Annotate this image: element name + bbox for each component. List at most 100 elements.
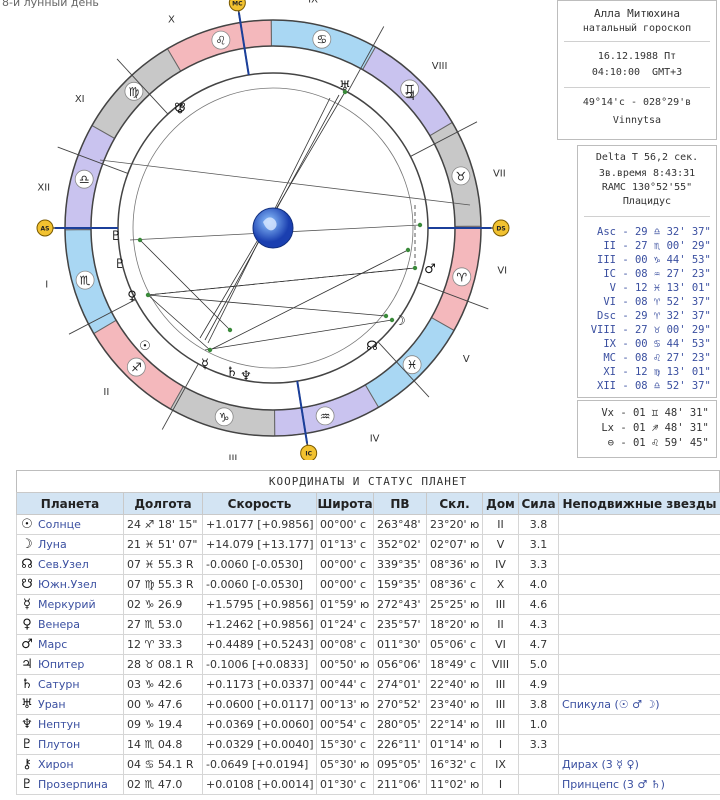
house-number-label: VII: [493, 169, 506, 180]
fixed-star-cell[interactable]: Спикула (☉ ♂ ☽): [558, 694, 720, 715]
latitude-cell: 00°50' ю: [316, 654, 374, 675]
angle-badge-label: IC: [305, 451, 312, 458]
chart-type: натальный гороскоп: [582, 23, 692, 34]
planet-name-cell: ☽ Луна: [16, 534, 124, 555]
power-cell: 3.8: [518, 514, 559, 535]
house-cusp-value: - 08 ♎ 52' 37": [616, 380, 711, 392]
house-cell: VIII: [482, 654, 519, 675]
house-cusp-value: - 00 ♑ 44' 53": [616, 254, 711, 266]
table-row: ♅ Уран 00 ♑ 47.6 +0.0600 [+0.0117] 00°13' ю2…: [16, 694, 720, 715]
planet-position-dot: [412, 265, 418, 271]
house-cusp-row: XII - 08 ♎ 52' 37": [588, 380, 716, 392]
planet-glyph: ☽: [394, 314, 406, 329]
zodiac-sign-glyph: ♋: [316, 33, 327, 47]
house-number-label: X: [168, 14, 175, 25]
speed-cell: +1.5795 [+0.9856]: [202, 594, 317, 615]
planet-glyph-icon: ☽: [21, 537, 33, 552]
planet-name: Прозерпина: [38, 778, 108, 791]
house-cell: III: [482, 714, 519, 735]
house-cell: IV: [482, 554, 519, 575]
ra-cell: 235°57': [373, 614, 427, 635]
power-cell: 4.9: [518, 674, 559, 695]
table-header-cell: Сила: [518, 492, 559, 515]
house-cell: X: [482, 574, 519, 595]
house-cusp-value: - 27 ♉ 00' 29": [616, 324, 711, 336]
power-cell: 5.0: [518, 654, 559, 675]
fixed-star-cell: [558, 654, 720, 675]
house-cell: VI: [482, 634, 519, 655]
ra-cell: 095°05': [373, 754, 427, 775]
vertex-row: ⊖ - 01 ♌ 59' 45": [592, 437, 716, 449]
fixed-star-cell: [558, 594, 720, 615]
table-row: ♂ Марс 12 ♈ 33.3 +0.4489 [+0.5243] 00°08' с0…: [16, 634, 720, 655]
declination-cell: 18°49' с: [426, 654, 483, 675]
house-cusp-name: MC: [603, 352, 616, 364]
vertex-value: - 01 ♊ 48' 31": [614, 407, 709, 419]
house-number-label: IV: [370, 434, 380, 445]
planet-name-cell: ♄ Сатурн: [16, 674, 124, 695]
planet-name: Нептун: [38, 718, 81, 731]
declination-cell: 05°06' с: [426, 634, 483, 655]
planet-position-dot: [417, 222, 423, 228]
house-cusp-name: IX: [603, 338, 616, 350]
zodiac-sign-glyph: ♎: [79, 173, 90, 187]
planet-glyph: ☿: [201, 357, 209, 372]
declination-cell: 22°40' ю: [426, 674, 483, 695]
planets-table: Планета Долгота Скорость Широта ПВ Скл. Дом Сил…: [16, 492, 720, 795]
planet-name-cell: ☉ Солнце: [16, 514, 124, 535]
planet-position-dot: [342, 89, 348, 95]
declination-cell: 11°02' ю: [426, 774, 483, 795]
birth-coords: 49°14'с - 028°29'в: [582, 97, 692, 108]
table-header-cell: Дом: [482, 492, 519, 515]
planet-position-dot: [137, 237, 143, 243]
angle-badge-label: AS: [41, 226, 50, 233]
planet-glyph-icon: ⚷: [22, 757, 32, 772]
house-cusp-name: Asc: [597, 226, 616, 238]
fixed-star-cell: [558, 514, 720, 535]
fixed-star-cell[interactable]: Принцепс (3 ♂ ♄): [558, 774, 720, 795]
declination-cell: 16°32' с: [426, 754, 483, 775]
planet-glyph: ♆: [240, 369, 252, 384]
table-header-cell: Планета: [16, 492, 124, 515]
planet-glyph-icon: ☉: [21, 517, 33, 532]
ra-cell: 339°35': [373, 554, 427, 575]
fixed-star-cell[interactable]: Дирах (3 ☿ ♀): [558, 754, 720, 775]
latitude-cell: 00°13' ю: [316, 694, 374, 715]
latitude-cell: 00°54' с: [316, 714, 374, 735]
vertex-name: Lx: [601, 422, 614, 434]
longitude-cell: 28 ♉ 08.1 R: [123, 654, 203, 675]
planet-name: Плутон: [38, 738, 81, 751]
planet-name-cell: ☋ Южн.Узел: [16, 574, 124, 595]
ra-cell: 280°05': [373, 714, 427, 735]
house-cusp-value: - 08 ♌ 27' 23": [616, 352, 711, 364]
planet-name: Луна: [38, 538, 67, 551]
table-row: ☊ Сев.Узел 07 ♓ 55.3 R -0.0060 [-0.0530] 00°…: [16, 554, 720, 575]
ra-cell: 159°35': [373, 574, 427, 595]
fixed-star-cell: [558, 714, 720, 735]
ra-cell: 226°11': [373, 734, 427, 755]
vertex-name: Vx: [601, 407, 614, 419]
table-header-cell: Скл.: [426, 492, 483, 515]
house-cusp-value: - 12 ♍ 13' 01": [616, 366, 711, 378]
table-header-cell: ПВ: [373, 492, 427, 515]
ramc: RAMC 130°52'55": [601, 182, 693, 193]
angle-badge-label: MC: [232, 0, 243, 7]
house-cusp-name: V: [609, 282, 616, 294]
planet-glyph-icon: ♂: [21, 637, 33, 652]
ra-cell: 056°06': [373, 654, 427, 675]
speed-cell: +14.079 [+13.177]: [202, 534, 317, 555]
speed-cell: +0.4489 [+0.5243]: [202, 634, 317, 655]
planet-name-cell: ⚷ Хирон: [16, 754, 124, 775]
planet-name-cell: ♀ Венера: [16, 614, 124, 635]
longitude-cell: 02 ♏ 47.0: [123, 774, 203, 795]
longitude-cell: 02 ♑ 26.9: [123, 594, 203, 615]
power-cell: 4.6: [518, 594, 559, 615]
planet-name: Хирон: [38, 758, 74, 771]
zodiac-sign-glyph: ♐: [131, 361, 142, 375]
house-cusp-name: IC: [603, 268, 616, 280]
house-cusp-name: Dsc: [597, 310, 616, 322]
zodiac-sign-glyph: ♍: [129, 85, 140, 99]
house-cell: I: [482, 774, 519, 795]
speed-cell: -0.0060 [-0.0530]: [202, 554, 317, 575]
declination-cell: 01°14' ю: [426, 734, 483, 755]
